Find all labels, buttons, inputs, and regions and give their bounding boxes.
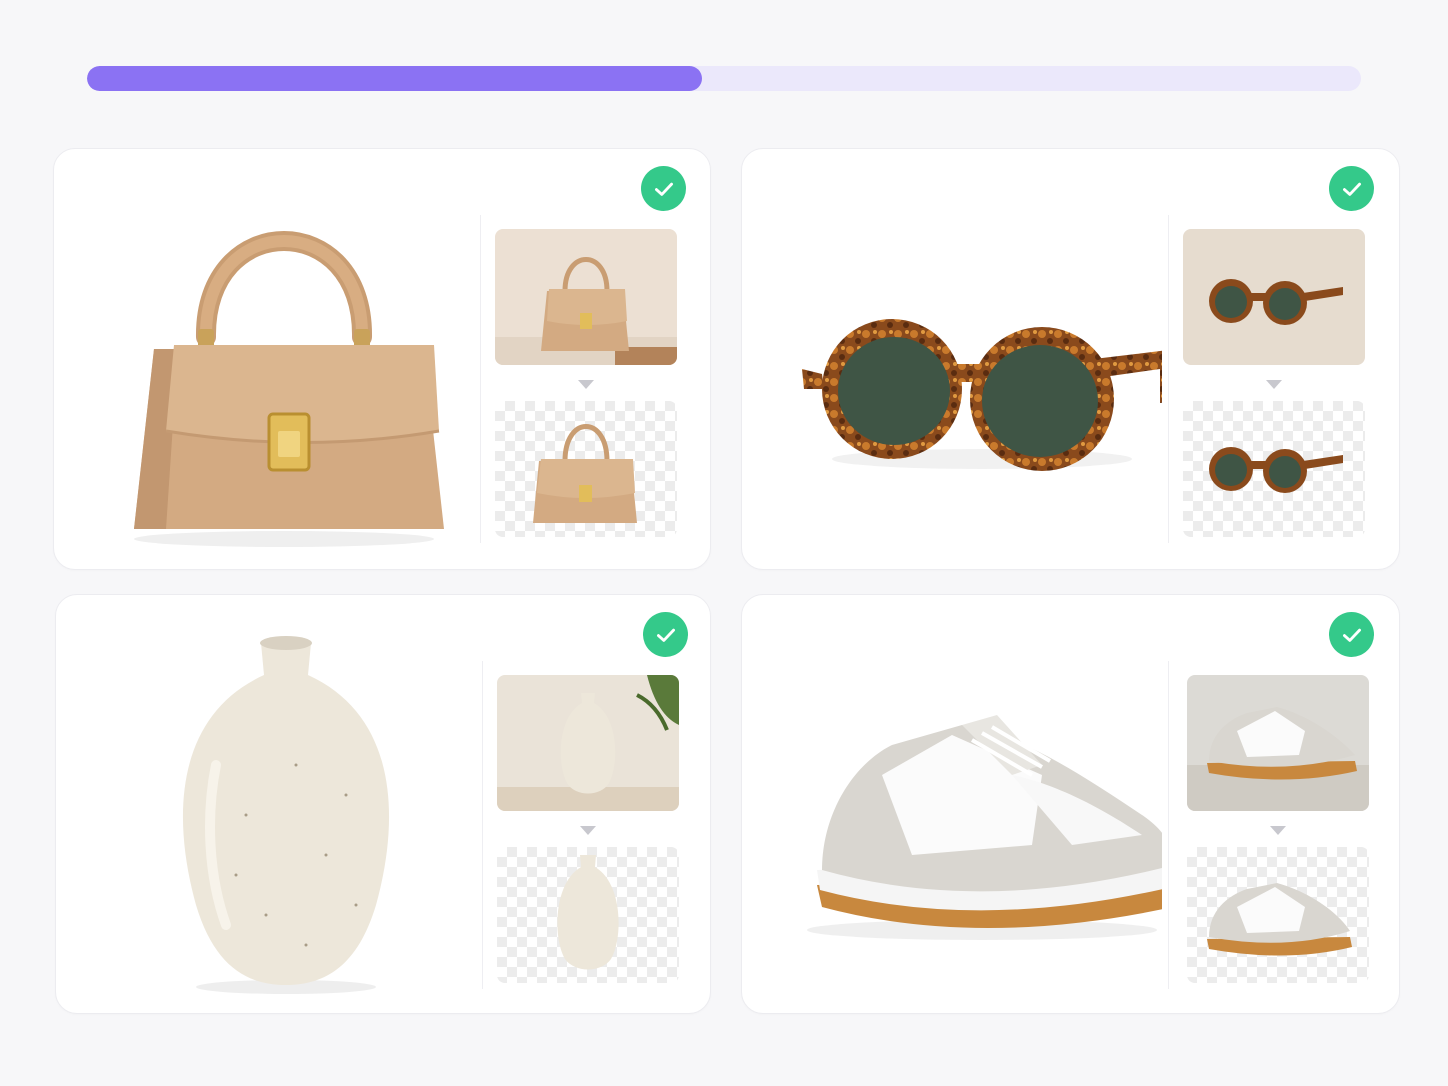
card-divider	[1168, 661, 1169, 989]
check-icon	[641, 166, 686, 211]
sunglasses-cutout-thumbnail[interactable]	[1183, 401, 1365, 537]
arrow-down-icon	[578, 380, 594, 389]
vase-main-image	[96, 615, 476, 995]
handbag-cutout-thumbnail[interactable]	[495, 401, 677, 537]
arrow-down-icon	[580, 826, 596, 835]
card-divider	[480, 215, 481, 543]
card-divider	[1168, 215, 1169, 543]
vase-cutout-thumbnail[interactable]	[497, 847, 679, 983]
progress-bar	[87, 66, 1361, 91]
check-icon	[1329, 166, 1374, 211]
sunglasses-main-image	[782, 169, 1162, 549]
product-card-sneaker[interactable]	[741, 594, 1400, 1014]
handbag-original-thumbnail[interactable]	[495, 229, 677, 365]
product-card-vase[interactable]	[55, 594, 711, 1014]
vase-original-thumbnail[interactable]	[497, 675, 679, 811]
arrow-down-icon	[1266, 380, 1282, 389]
progress-bar-fill	[87, 66, 703, 91]
arrow-down-icon	[1270, 826, 1286, 835]
product-card-sunglasses[interactable]	[741, 148, 1400, 570]
check-icon	[1329, 612, 1374, 657]
sneaker-cutout-thumbnail[interactable]	[1187, 847, 1369, 983]
sunglasses-original-thumbnail[interactable]	[1183, 229, 1365, 365]
sneaker-original-thumbnail[interactable]	[1187, 675, 1369, 811]
card-divider	[482, 661, 483, 989]
check-icon	[643, 612, 688, 657]
product-card-handbag[interactable]	[53, 148, 711, 570]
sneaker-main-image	[782, 615, 1162, 995]
handbag-main-image	[94, 169, 474, 549]
